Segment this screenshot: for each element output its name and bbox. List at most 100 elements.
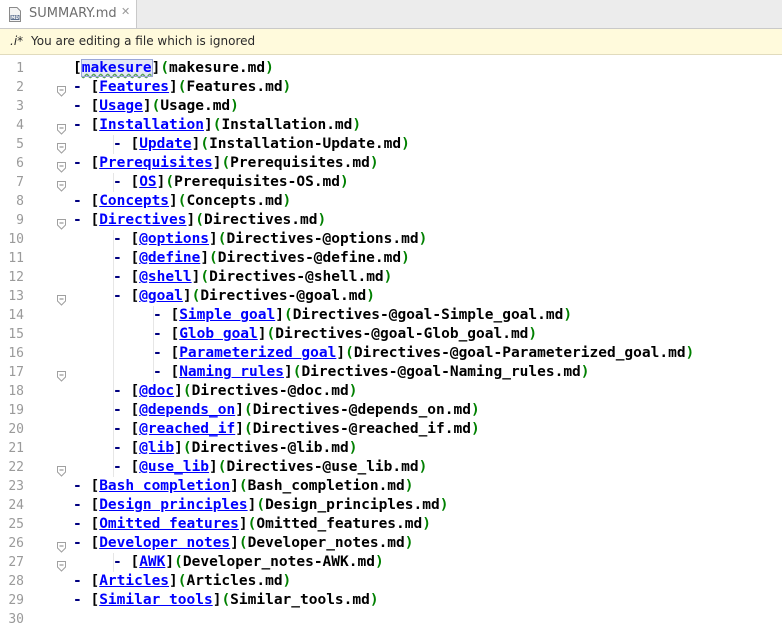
link-paren: ): [282, 573, 292, 589]
fold-toggle-icon[interactable]: [57, 367, 66, 382]
link-text[interactable]: Naming rules: [179, 364, 284, 380]
editor-line: 8 - [Concepts](Concepts.md): [0, 192, 782, 211]
link-bracket: ]: [151, 60, 161, 76]
link-text[interactable]: @use_lib: [139, 459, 209, 475]
link-url: Articles.md: [186, 573, 283, 589]
link-bracket: [: [170, 345, 180, 361]
link-text[interactable]: @lib: [139, 440, 174, 456]
fold-toggle-icon[interactable]: [57, 120, 66, 135]
link-paren: ): [383, 269, 393, 285]
markdown-list-entry: - [Omitted features](Omitted_features.md…: [73, 515, 431, 534]
line-number: 10: [8, 232, 24, 247]
fold-toggle-icon[interactable]: [57, 538, 66, 553]
link-text[interactable]: Articles: [99, 573, 169, 589]
link-text[interactable]: @doc: [139, 383, 174, 399]
editor-line: 1 [makesure](makesure.md): [0, 59, 782, 78]
ignored-file-icon: .i*: [10, 34, 24, 48]
editor-line: 24 - [Design principles](Design_principle…: [0, 496, 782, 515]
editor-line: 26 - [Developer notes](Developer_notes.md…: [0, 534, 782, 553]
list-bullet: -: [113, 554, 131, 570]
fold-toggle-icon[interactable]: [57, 291, 66, 306]
link-url: Directives-@shell.md: [209, 269, 384, 285]
link-bracket: ]: [174, 383, 183, 399]
editor-line: 15 - [Glob goal](Directives-@goal-Glob_go…: [0, 325, 782, 344]
link-text[interactable]: Developer notes: [99, 535, 230, 551]
link-bracket: [: [130, 231, 140, 247]
link-paren: ): [563, 307, 573, 323]
link-text[interactable]: Features: [99, 79, 169, 95]
link-bracket: ]: [165, 554, 175, 570]
link-url: Developer_notes.md: [247, 535, 405, 551]
line-number: 4: [16, 118, 24, 133]
link-bracket: [: [170, 326, 180, 342]
editor-line: 28 - [Articles](Articles.md): [0, 572, 782, 591]
markdown-list-entry: - [Concepts](Concepts.md): [73, 192, 291, 211]
link-text[interactable]: @shell: [139, 269, 191, 285]
link-text[interactable]: Simple goal: [179, 307, 275, 323]
link-text[interactable]: Prerequisites: [99, 155, 213, 171]
close-icon[interactable]: ✕: [121, 5, 130, 18]
link-text[interactable]: @define: [139, 250, 200, 266]
link-paren: ): [352, 117, 362, 133]
link-paren: (: [243, 421, 253, 437]
link-paren: (: [182, 383, 192, 399]
link-text[interactable]: Glob goal: [179, 326, 258, 342]
tab-summary-md[interactable]: MD SUMMARY.md ✕: [0, 0, 137, 28]
line-number: 2: [16, 80, 24, 95]
link-text[interactable]: OS: [139, 174, 156, 190]
editor-line: 4 - [Installation](Installation.md): [0, 116, 782, 135]
fold-toggle-icon[interactable]: [57, 557, 66, 572]
editor-line: 7 - [OS](Prerequisites-OS.md): [0, 173, 782, 192]
link-text[interactable]: makesure: [80, 59, 153, 77]
link-bracket: ]: [209, 231, 218, 247]
link-text[interactable]: @depends_on: [139, 402, 235, 418]
editor-line: 14 - [Simple goal](Directives-@goal-Simpl…: [0, 306, 782, 325]
fold-toggle-icon[interactable]: [57, 215, 66, 230]
link-text[interactable]: Omitted features: [99, 516, 239, 532]
link-paren: ): [580, 364, 590, 380]
link-text[interactable]: @reached_if: [139, 421, 235, 437]
link-url: Directives-@options.md: [226, 231, 419, 247]
link-text[interactable]: Similar tools: [99, 592, 213, 608]
fold-toggle-icon[interactable]: [57, 158, 66, 173]
markdown-list-entry: - [@lib](Directives-@lib.md): [113, 439, 357, 458]
line-number: 25: [8, 517, 24, 532]
link-text[interactable]: Design principles: [99, 497, 247, 513]
fold-toggle-icon[interactable]: [57, 177, 66, 192]
list-bullet: -: [73, 497, 91, 513]
fold-toggle-icon[interactable]: [57, 139, 66, 154]
link-text[interactable]: Parameterized goal: [179, 345, 336, 361]
link-text[interactable]: Concepts: [99, 193, 169, 209]
link-bracket: [: [130, 174, 140, 190]
link-url: Omitted_features.md: [256, 516, 423, 532]
editor-line: 27 - [AWK](Developer_notes-AWK.md): [0, 553, 782, 572]
line-number: 13: [8, 289, 24, 304]
line-number: 26: [8, 536, 24, 551]
link-paren: ): [685, 345, 695, 361]
link-text[interactable]: Installation: [99, 117, 204, 133]
editor-line: 17 - [Naming rules](Directives-@goal-Nami…: [0, 363, 782, 382]
list-bullet: -: [73, 117, 91, 133]
markdown-list-entry: - [AWK](Developer_notes-AWK.md): [113, 553, 384, 572]
list-bullet: -: [113, 288, 131, 304]
editor-line: 23 - [Bash completion](Bash_completion.md…: [0, 477, 782, 496]
link-bracket: [: [90, 478, 100, 494]
fold-toggle-icon[interactable]: [57, 462, 66, 477]
line-number: 22: [8, 460, 24, 475]
link-text[interactable]: Bash completion: [99, 478, 230, 494]
link-text[interactable]: AWK: [139, 554, 165, 570]
link-text[interactable]: @goal: [139, 288, 183, 304]
link-text[interactable]: Directives: [99, 212, 186, 228]
link-url: Prerequisites-OS.md: [174, 174, 341, 190]
line-number: 21: [8, 441, 24, 456]
link-bracket: [: [90, 193, 100, 209]
editor-line: 12 - [@shell](Directives-@shell.md): [0, 268, 782, 287]
link-text[interactable]: Update: [139, 136, 191, 152]
link-paren: ): [317, 212, 327, 228]
markdown-list-entry: - [Features](Features.md): [73, 78, 291, 97]
link-text[interactable]: @options: [139, 231, 209, 247]
fold-toggle-icon[interactable]: [57, 82, 66, 97]
editor-line: 21 - [@lib](Directives-@lib.md): [0, 439, 782, 458]
list-bullet: -: [113, 269, 131, 285]
link-text[interactable]: Usage: [99, 98, 143, 114]
